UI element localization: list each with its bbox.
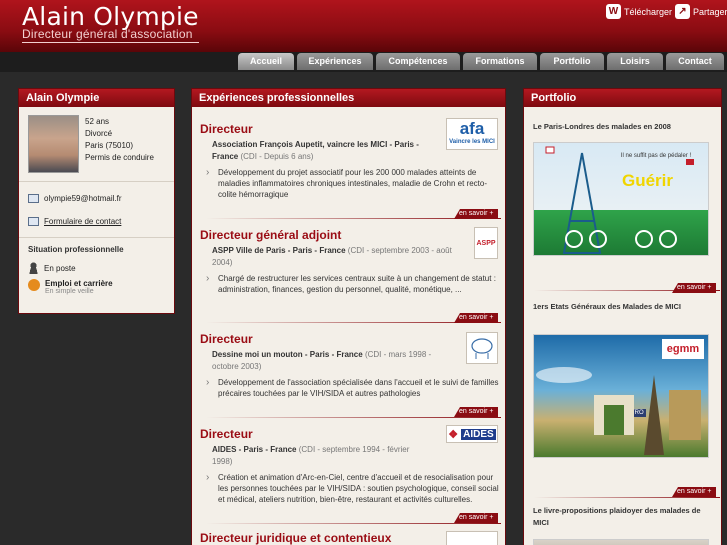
share-button[interactable]: ↗ Partager	[675, 4, 727, 19]
experiences-title: Expériences professionnelles	[192, 89, 505, 107]
sheep-icon	[471, 338, 493, 359]
job-org-name: ASPP Ville de Paris - Paris - France	[212, 246, 346, 255]
job-title[interactable]: Directeur	[200, 332, 500, 346]
more-button[interactable]: en savoir +	[454, 313, 499, 323]
site-header: Alain Olympie Directeur général d'associ…	[0, 0, 727, 52]
profile-city: Paris (75010)	[85, 141, 134, 150]
contact-form-label: Formulaire de contact	[44, 217, 122, 226]
job-org-name: AIDES - Paris - France	[212, 445, 297, 454]
profile-status: Divorcé	[85, 129, 113, 138]
divider	[534, 497, 720, 498]
ribbon-icon: ❖	[448, 428, 459, 441]
logo-subtext: Vaincre les MICI	[449, 139, 495, 145]
download-label: Télécharger	[624, 6, 673, 17]
divider	[206, 523, 501, 524]
profile-license: Permis de conduire	[85, 153, 154, 162]
job-org: Dessine moi un mouton - Paris - France (…	[200, 349, 500, 373]
situation-item: En poste	[28, 262, 76, 274]
divider	[19, 181, 174, 182]
job-title[interactable]: Directeur général adjoint	[200, 228, 500, 242]
logo-text: AIDES	[461, 428, 496, 440]
portfolio-image[interactable]	[533, 539, 709, 545]
mail-icon	[28, 194, 39, 203]
job-description: Création et animation d'Arc-en-Ciel, cen…	[200, 472, 500, 505]
situation-item: Emploi et carrière En simple veille	[28, 279, 113, 295]
profile-facts: 52 ans Divorcé Paris (75010) Permis de c…	[85, 116, 154, 164]
more-button[interactable]: en savoir +	[454, 209, 499, 219]
form-icon	[28, 217, 39, 226]
avatar	[28, 115, 79, 173]
download-icon: W	[606, 4, 621, 19]
job-org: ASPP Ville de Paris - Paris - France (CD…	[200, 245, 500, 269]
tower-icon	[545, 146, 694, 254]
profile-title: Alain Olympie	[19, 89, 174, 107]
email-text: olympie59@hotmail.fr	[44, 194, 122, 203]
more-button[interactable]: en savoir +	[454, 513, 499, 523]
more-button[interactable]: en savoir +	[672, 487, 717, 497]
tab-competences[interactable]: Compétences	[376, 53, 460, 70]
contact-form-link[interactable]: Formulaire de contact	[28, 217, 121, 226]
more-button[interactable]: en savoir +	[672, 283, 717, 293]
tab-accueil[interactable]: Accueil	[238, 53, 294, 70]
portfolio-item-title[interactable]: Le Paris-Londres des malades en 2008	[533, 121, 705, 133]
monument-icon	[536, 367, 701, 455]
job-description: Développement de l'association spécialis…	[200, 377, 500, 399]
portfolio-image[interactable]: Il ne suffit pas de pédaler ! Guérir	[533, 142, 709, 256]
portfolio-panel: Portfolio Le Paris-Londres des malades e…	[523, 88, 722, 545]
more-button[interactable]: en savoir +	[454, 407, 499, 417]
tab-contact[interactable]: Contact	[666, 53, 724, 70]
divider	[19, 237, 174, 238]
job-description: Chargé de restructurer les services cent…	[200, 273, 500, 295]
tab-formations[interactable]: Formations	[463, 53, 537, 70]
tab-loisirs[interactable]: Loisirs	[607, 53, 663, 70]
portfolio-item-title[interactable]: Le livre-propositions plaidoyer des mala…	[533, 505, 705, 529]
job-dates: (CDI - Depuis 6 ans)	[240, 152, 314, 161]
aspp-logo: ASPP	[474, 227, 498, 259]
email-link[interactable]: olympie59@hotmail.fr	[28, 194, 121, 203]
afa-logo: afa Vaincre les MICI	[446, 118, 498, 150]
experiences-panel: Expériences professionnelles Directeur A…	[191, 88, 506, 545]
aides-logo: ❖ AIDES	[446, 425, 498, 443]
career-icon	[28, 279, 40, 291]
share-icon: ↗	[675, 4, 690, 19]
job-org-name: Dessine moi un mouton - Paris - France	[212, 350, 363, 359]
job-org: AIDES - Paris - France (CDI - septembre …	[200, 444, 500, 468]
person-icon	[28, 262, 39, 274]
tab-portfolio[interactable]: Portfolio	[540, 53, 604, 70]
situation-title: Situation professionnelle	[28, 245, 124, 254]
profile-panel: Alain Olympie 52 ans Divorcé Paris (7501…	[18, 88, 175, 314]
portfolio-image[interactable]: egmm MÉTRO	[533, 334, 709, 458]
job-description: Développement du projet associatif pour …	[200, 167, 500, 200]
site-subtitle: Directeur général d'association	[22, 27, 199, 43]
situation-label: Emploi et carrière	[45, 279, 113, 288]
logo-text: afa	[459, 119, 485, 138]
mouton-logo	[466, 332, 498, 364]
company-logo	[446, 531, 498, 545]
situation-sub: En simple veille	[45, 288, 94, 295]
download-button[interactable]: W Télécharger	[606, 4, 672, 19]
experience-item: Directeur général adjoint ASPP Ville de …	[200, 228, 500, 295]
portfolio-item-title[interactable]: 1ers Etats Généraux des Malades de MICI	[533, 301, 705, 313]
situation-label: En poste	[44, 263, 76, 273]
share-label: Partager	[693, 6, 727, 17]
tab-experiences[interactable]: Expériences	[297, 53, 373, 70]
portfolio-title: Portfolio	[524, 89, 721, 107]
divider	[206, 417, 501, 418]
profile-age: 52 ans	[85, 117, 110, 126]
experience-item: Directeur Dessine moi un mouton - Paris …	[200, 332, 500, 399]
